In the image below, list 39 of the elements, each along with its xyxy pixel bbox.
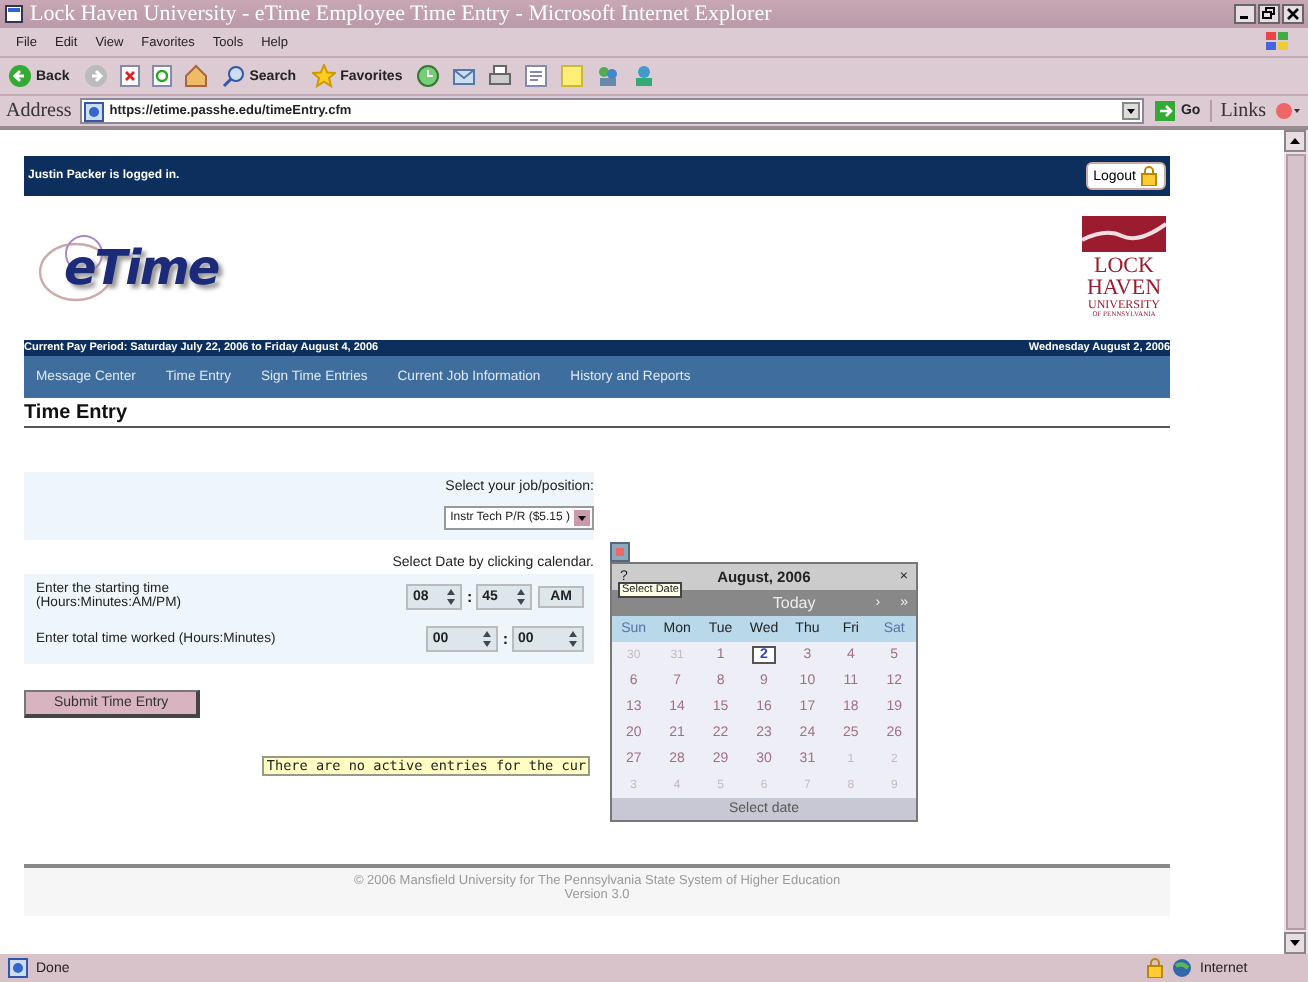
go-arrow-icon (1154, 100, 1177, 122)
minimize-icon[interactable] (1234, 4, 1256, 24)
etime-logo: eTime (36, 222, 228, 314)
links-button[interactable]: Links (1210, 100, 1266, 122)
spinner-arrows-icon[interactable] (568, 630, 578, 649)
stop-icon[interactable] (119, 64, 140, 88)
page-heading: Time Entry (24, 402, 1170, 428)
scroll-down-icon[interactable] (1284, 932, 1306, 954)
edit-icon[interactable] (524, 64, 549, 88)
spinner-arrows-icon[interactable] (482, 630, 493, 649)
page-icon (83, 101, 104, 121)
windows-logo-icon (1264, 30, 1292, 54)
mail-icon[interactable] (452, 64, 477, 88)
today-button[interactable]: Today (772, 594, 816, 612)
address-label: Address (6, 100, 72, 122)
star-icon (312, 64, 337, 88)
print-icon[interactable] (488, 64, 513, 88)
scrollbar-thumb[interactable] (1286, 154, 1306, 930)
window-title: Lock Haven University - eTime Employee Time Entry - Microsoft Internet Explorer (30, 2, 774, 26)
search-icon (221, 64, 246, 88)
home-icon[interactable] (183, 64, 208, 88)
lock-icon (1146, 958, 1164, 978)
colon-separator: : (500, 630, 510, 649)
close-icon[interactable] (1282, 4, 1304, 24)
globe-icon (1172, 958, 1192, 978)
spinner-arrows-icon[interactable] (446, 587, 457, 606)
colon-separator: : (464, 587, 475, 606)
scrollbar[interactable] (1284, 130, 1308, 954)
ie-page-icon (4, 4, 24, 24)
refresh-icon[interactable] (151, 64, 172, 88)
mountain-river-icon (1082, 216, 1166, 253)
spinner-arrows-icon[interactable] (516, 587, 527, 606)
ie-page-icon (8, 958, 28, 978)
dropdown-arrow-icon (574, 510, 590, 526)
scroll-up-icon[interactable] (1284, 130, 1306, 152)
restore-icon[interactable] (1258, 4, 1280, 24)
back-arrow-icon (8, 64, 32, 88)
padlock-icon (1140, 166, 1158, 186)
history-icon[interactable] (416, 64, 441, 88)
